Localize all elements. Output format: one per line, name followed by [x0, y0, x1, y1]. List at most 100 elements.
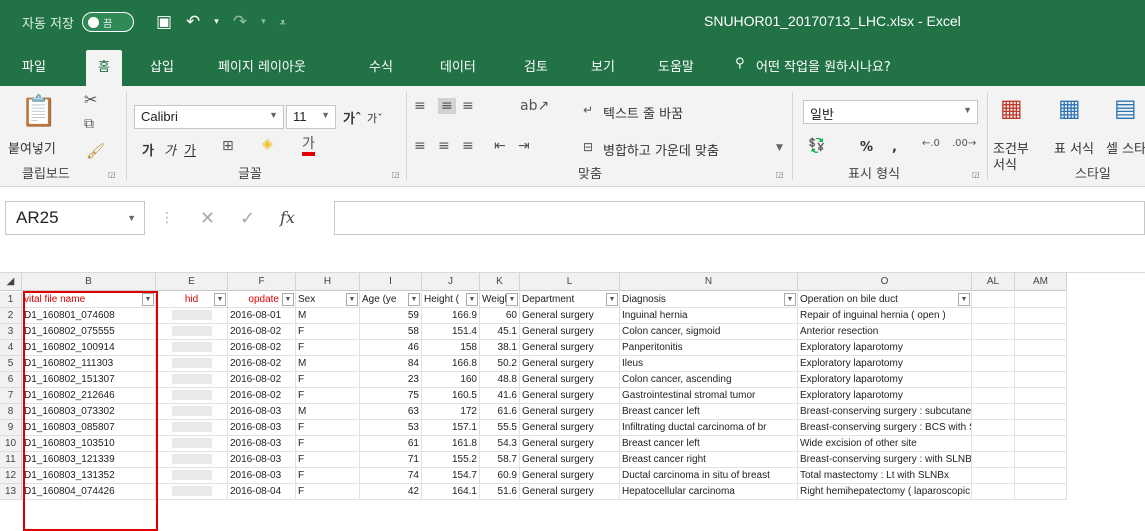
table-cell[interactable]: 2016-08-02: [228, 356, 296, 372]
tab-view[interactable]: 보기: [591, 56, 615, 75]
table-cell[interactable]: 51.6: [480, 484, 520, 500]
table-cell[interactable]: [972, 388, 1015, 404]
table-cell[interactable]: Colon cancer, ascending: [620, 372, 798, 388]
table-cell[interactable]: Total mastectomy : Lt with SLNBx: [798, 468, 972, 484]
tab-review[interactable]: 검토: [524, 56, 548, 75]
table-cell[interactable]: F: [296, 436, 360, 452]
table-cell[interactable]: General surgery: [520, 388, 620, 404]
table-cell[interactable]: 48.8: [480, 372, 520, 388]
table-cell[interactable]: D1_160802_212646: [22, 388, 156, 404]
format-painter-icon[interactable]: 🖌: [86, 142, 105, 160]
table-cell[interactable]: 155.2: [422, 452, 480, 468]
column-header-e[interactable]: E: [156, 273, 228, 291]
filter-dropdown-icon[interactable]: ▼: [282, 293, 294, 306]
number-format-select[interactable]: 일반 ▼: [803, 100, 978, 124]
tab-insert[interactable]: 삽입: [150, 56, 174, 75]
table-cell[interactable]: [156, 420, 228, 436]
table-cell[interactable]: [1015, 420, 1067, 436]
header-cell[interactable]: [972, 292, 1015, 308]
row-header[interactable]: 9: [0, 420, 22, 436]
table-cell[interactable]: [1015, 468, 1067, 484]
chevron-down-icon[interactable]: ▼: [127, 213, 136, 223]
row-header[interactable]: 6: [0, 372, 22, 388]
table-cell[interactable]: General surgery: [520, 436, 620, 452]
header-cell[interactable]: Operation on bile duct ▼: [798, 292, 972, 308]
table-cell[interactable]: 2016-08-02: [228, 388, 296, 404]
accounting-format-icon[interactable]: 💱: [808, 138, 825, 154]
table-cell[interactable]: [1015, 388, 1067, 404]
table-cell[interactable]: 84: [360, 356, 422, 372]
tab-file[interactable]: 파일: [22, 56, 46, 75]
table-cell[interactable]: Repair of inguinal hernia ( open ): [798, 308, 972, 324]
chevron-down-icon[interactable]: ▼: [776, 143, 783, 153]
row-header[interactable]: 1: [0, 292, 22, 308]
cancel-icon[interactable]: ✕: [200, 208, 215, 229]
table-cell[interactable]: 161.8: [422, 436, 480, 452]
percent-style-button[interactable]: %: [860, 140, 873, 155]
table-cell[interactable]: General surgery: [520, 484, 620, 500]
table-cell[interactable]: 75: [360, 388, 422, 404]
table-cell[interactable]: F: [296, 420, 360, 436]
table-cell[interactable]: 2016-08-03: [228, 404, 296, 420]
table-cell[interactable]: F: [296, 388, 360, 404]
borders-icon[interactable]: ⊞: [222, 138, 234, 154]
italic-button[interactable]: 가: [164, 140, 176, 159]
filter-dropdown-icon[interactable]: ▼: [142, 293, 154, 306]
table-cell[interactable]: General surgery: [520, 404, 620, 420]
table-cell[interactable]: F: [296, 324, 360, 340]
table-cell[interactable]: [1015, 324, 1067, 340]
redo-dropdown-icon[interactable]: ▾: [261, 14, 266, 31]
table-cell[interactable]: Exploratory laparotomy: [798, 356, 972, 372]
table-cell[interactable]: 42: [360, 484, 422, 500]
align-bottom-icon[interactable]: ≡: [462, 98, 474, 114]
font-color-icon[interactable]: 가: [302, 136, 315, 156]
table-cell[interactable]: 59: [360, 308, 422, 324]
table-cell[interactable]: [1015, 356, 1067, 372]
table-cell[interactable]: 2016-08-02: [228, 372, 296, 388]
filter-dropdown-icon[interactable]: ▼: [958, 293, 970, 306]
header-cell[interactable]: Diagnosis ▼: [620, 292, 798, 308]
header-cell[interactable]: Sex ▼: [296, 292, 360, 308]
table-cell[interactable]: D1_160803_131352: [22, 468, 156, 484]
table-cell[interactable]: F: [296, 468, 360, 484]
font-name-select[interactable]: Calibri ▼: [134, 105, 284, 129]
table-cell[interactable]: 58.7: [480, 452, 520, 468]
increase-decimal-icon[interactable]: ←.0: [922, 138, 940, 149]
table-cell[interactable]: Inguinal hernia: [620, 308, 798, 324]
table-cell[interactable]: 2016-08-03: [228, 420, 296, 436]
column-header-am[interactable]: AM: [1015, 273, 1067, 291]
tab-formulas[interactable]: 수식: [369, 56, 393, 75]
filter-dropdown-icon[interactable]: ▼: [466, 293, 478, 306]
table-cell[interactable]: [1015, 484, 1067, 500]
table-cell[interactable]: [1015, 308, 1067, 324]
table-cell[interactable]: [972, 436, 1015, 452]
header-cell[interactable]: Department ▼: [520, 292, 620, 308]
insert-function-button[interactable]: fx: [280, 208, 295, 227]
filter-dropdown-icon[interactable]: ▼: [784, 293, 796, 306]
table-cell[interactable]: [156, 404, 228, 420]
table-cell[interactable]: [156, 388, 228, 404]
table-cell[interactable]: [156, 452, 228, 468]
table-cell[interactable]: 2016-08-01: [228, 308, 296, 324]
table-cell[interactable]: Breast cancer left: [620, 436, 798, 452]
row-header[interactable]: 3: [0, 324, 22, 340]
tab-page-layout[interactable]: 페이지 레이아웃: [218, 56, 306, 75]
table-cell[interactable]: 157.1: [422, 420, 480, 436]
fill-color-icon[interactable]: ◈: [262, 136, 273, 152]
table-cell[interactable]: Exploratory laparotomy: [798, 340, 972, 356]
underline-button[interactable]: 가: [184, 140, 196, 159]
table-cell[interactable]: Gastrointestinal stromal tumor: [620, 388, 798, 404]
name-box[interactable]: AR25 ▼: [5, 201, 145, 235]
worksheet-grid[interactable]: ◢ B E F H I J K L N O AL AM 1 vital file name ▼ hid ▼ opd…: [0, 273, 1145, 531]
table-cell[interactable]: 58: [360, 324, 422, 340]
table-cell[interactable]: General surgery: [520, 372, 620, 388]
row-header[interactable]: 12: [0, 468, 22, 484]
table-cell[interactable]: 38.1: [480, 340, 520, 356]
table-cell[interactable]: F: [296, 372, 360, 388]
font-launcher-icon[interactable]: ◲: [392, 170, 400, 179]
table-cell[interactable]: [156, 356, 228, 372]
row-header[interactable]: 2: [0, 308, 22, 324]
clipboard-launcher-icon[interactable]: ◲: [108, 170, 116, 179]
paste-icon[interactable]: 📋: [20, 94, 57, 129]
column-header-n[interactable]: N: [620, 273, 798, 291]
